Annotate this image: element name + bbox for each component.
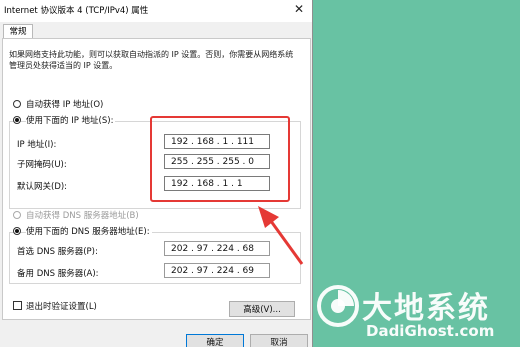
watermark-title: 大地系统 [362,291,490,326]
watermark: 大地系统 DadiGhost.com [316,280,520,347]
watermark-logo-icon [317,285,359,327]
watermark-subtitle: DadiGhost.com [366,322,495,340]
